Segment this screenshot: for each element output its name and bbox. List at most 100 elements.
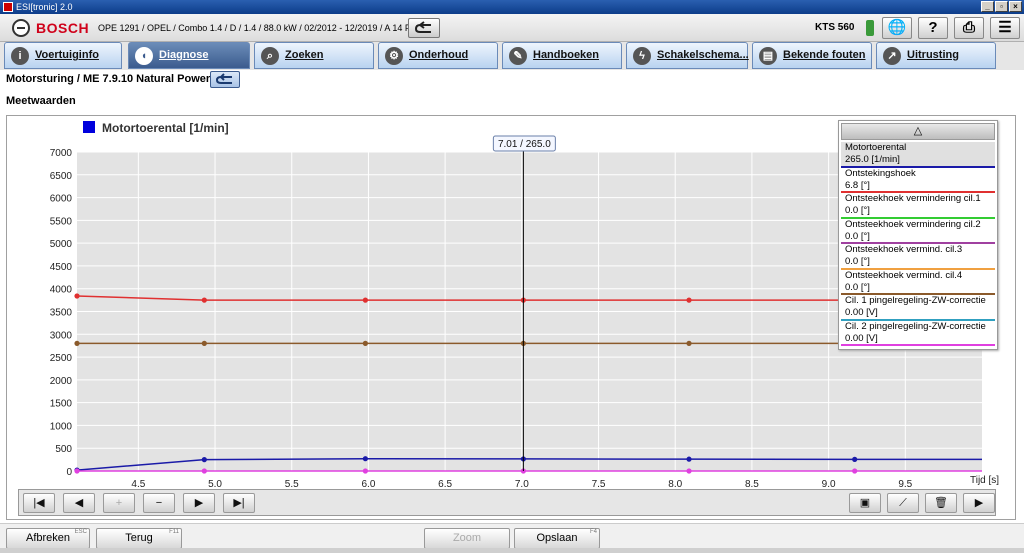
y-tick-label: 4000 xyxy=(50,285,73,296)
y-tick-label: 2500 xyxy=(50,353,73,364)
x-tick-label: 8.0 xyxy=(668,479,682,489)
back-arrow-icon xyxy=(414,21,431,33)
bosch-logo-icon xyxy=(12,19,30,37)
close-button[interactable]: × xyxy=(1009,1,1022,12)
x-tick-label: 9.0 xyxy=(822,479,836,489)
data-point xyxy=(686,340,692,346)
legend-scroll-up-button[interactable]: △ xyxy=(841,123,995,140)
legend-item-value: 0.0 [°] xyxy=(845,205,870,216)
globe-icon: 🌐 xyxy=(887,19,907,36)
step-back-icon: ◀ xyxy=(74,497,84,509)
x-tick-label: 5.5 xyxy=(285,479,299,489)
legend-item-name: Ontstekingshoek xyxy=(845,167,916,179)
legend-panel[interactable]: △ Motortoerental 265.0 [1/min] Ontstekings… xyxy=(838,120,998,350)
legend-item-name: Ontsteekhoek vermind. cil.3 xyxy=(845,244,963,255)
terug-button[interactable]: Terug F11 xyxy=(96,528,182,549)
play-icon: ▶ xyxy=(974,497,984,509)
device-name: KTS 560 xyxy=(815,22,855,33)
data-point xyxy=(686,468,692,474)
first-button[interactable]: |◀ xyxy=(23,493,55,513)
zoom-out-button[interactable]: − xyxy=(143,493,175,513)
title-color-swatch xyxy=(83,121,95,133)
y-tick-label: 5500 xyxy=(50,216,73,227)
data-point xyxy=(686,297,692,303)
tab-schakelschema[interactable]: ϟ Schakelschema... xyxy=(626,42,749,69)
y-tick-label: 500 xyxy=(55,444,72,455)
legend-item-value: 265.0 [1/min] xyxy=(845,154,900,165)
connection-plug-icon xyxy=(866,20,874,36)
data-point xyxy=(201,468,207,474)
legend-item-name: Cil. 2 pingelregeling-ZW-correctie xyxy=(845,320,986,332)
tab-zoeken[interactable]: ⌕ Zoeken xyxy=(254,42,374,69)
y-tick-label: 0 xyxy=(66,467,72,478)
tab-bekende-fouten[interactable]: ▤ Bekende fouten xyxy=(752,42,872,69)
playback-toolbar: |◀ ◀ + − ▶ ▶| ▣ ⟋ 🗑 ▶ xyxy=(18,489,996,516)
help-icon: ? xyxy=(928,19,938,36)
legend-item[interactable]: Ontsteekhoek vermindering cil.1 0.0 [°] xyxy=(841,193,995,219)
tab-onderhoud[interactable]: ⚙ Onderhoud xyxy=(378,42,498,69)
legend-item[interactable]: Ontsteekhoek vermind. cil.4 0.0 [°] xyxy=(841,269,995,295)
minimize-button[interactable]: _ xyxy=(981,1,994,12)
data-point xyxy=(201,340,207,346)
menu-button[interactable]: ☰ xyxy=(990,17,1020,39)
opslaan-button[interactable]: Opslaan F4 xyxy=(514,528,600,549)
x-tick-label: 6.5 xyxy=(438,479,452,489)
header-back-button[interactable] xyxy=(408,18,440,38)
window-titlebar: ESI[tronic] 2.0 _ ▫ × xyxy=(0,0,1024,14)
save-button[interactable]: ▣ xyxy=(849,493,881,513)
play-button[interactable]: ▶ xyxy=(963,493,995,513)
legend-item-name: Ontsteekhoek vermindering cil.2 xyxy=(845,218,981,230)
next-button[interactable]: ▶ xyxy=(183,493,215,513)
legend-item[interactable]: Cil. 2 pingelregeling-ZW-correctie 0.00 [… xyxy=(841,320,995,346)
data-point xyxy=(201,297,207,303)
graph-settings-button[interactable]: ⟋ xyxy=(887,493,919,513)
y-tick-label: 7000 xyxy=(50,148,73,159)
data-point xyxy=(362,340,368,346)
y-tick-label: 1000 xyxy=(50,421,73,432)
window-title: ESI[tronic] 2.0 xyxy=(16,2,73,12)
book-icon: ▤ xyxy=(759,47,777,65)
shortcut-key: F4 xyxy=(589,529,597,535)
help-button[interactable]: ? xyxy=(918,17,948,39)
minus-icon: − xyxy=(155,497,163,509)
tab-voertuiginfo[interactable]: i Voertuiginfo xyxy=(4,42,122,69)
delete-button[interactable]: 🗑 xyxy=(925,493,957,513)
legend-item[interactable]: Ontsteekhoek vermindering cil.2 0.0 [°] xyxy=(841,218,995,244)
external-icon: ↗ xyxy=(883,47,901,65)
tab-diagnose[interactable]: ◖ Diagnose xyxy=(128,42,250,69)
chart-title: Motortoerental [1/min] xyxy=(102,121,229,135)
legend-item-name: Motortoerental xyxy=(845,142,907,153)
x-tick-label: 6.0 xyxy=(361,479,375,489)
app-icon xyxy=(3,2,13,12)
step-forward-icon: ▶ xyxy=(194,497,204,509)
y-tick-label: 3500 xyxy=(50,308,73,319)
floppy-icon: ▣ xyxy=(859,497,871,509)
x-tick-label: 5.0 xyxy=(208,479,222,489)
zoom-in-button[interactable]: + xyxy=(103,493,135,513)
data-point xyxy=(74,293,80,299)
restore-button[interactable]: ▫ xyxy=(995,1,1008,12)
y-tick-label: 2000 xyxy=(50,376,73,387)
cursor-label: 7.01 / 265.0 xyxy=(498,139,551,150)
legend-item-value: 0.0 [°] xyxy=(845,281,870,293)
legend-item[interactable]: Ontstekingshoek 6.8 [°] xyxy=(841,167,995,193)
last-button[interactable]: ▶| xyxy=(223,493,255,513)
tab-handboeken[interactable]: ✎ Handboeken xyxy=(502,42,622,69)
shortcut-key: F11 xyxy=(169,529,179,535)
previous-button[interactable]: ◀ xyxy=(63,493,95,513)
print-button[interactable]: ⎙ xyxy=(954,17,984,39)
skip-last-icon: ▶| xyxy=(233,497,245,509)
breadcrumb-back-button[interactable] xyxy=(210,71,240,88)
y-tick-label: 5000 xyxy=(50,239,73,250)
legend-item[interactable]: Cil. 1 pingelregeling-ZW-correctie 0.00 [… xyxy=(841,295,995,321)
legend-item[interactable]: Motortoerental 265.0 [1/min] xyxy=(841,142,995,168)
skip-first-icon: |◀ xyxy=(33,497,45,509)
legend-item-name: Ontsteekhoek vermindering cil.1 xyxy=(845,193,981,204)
zoom-button[interactable]: Zoom xyxy=(424,528,510,549)
globe-button[interactable]: 🌐 xyxy=(882,17,912,39)
tab-uitrusting[interactable]: ↗ Uitrusting xyxy=(876,42,996,69)
x-tick-label: 7.0 xyxy=(515,479,529,489)
afbreken-button[interactable]: Afbreken ESC xyxy=(6,528,90,549)
graph-icon: ⟋ xyxy=(899,497,907,509)
legend-item[interactable]: Ontsteekhoek vermind. cil.3 0.0 [°] xyxy=(841,244,995,270)
